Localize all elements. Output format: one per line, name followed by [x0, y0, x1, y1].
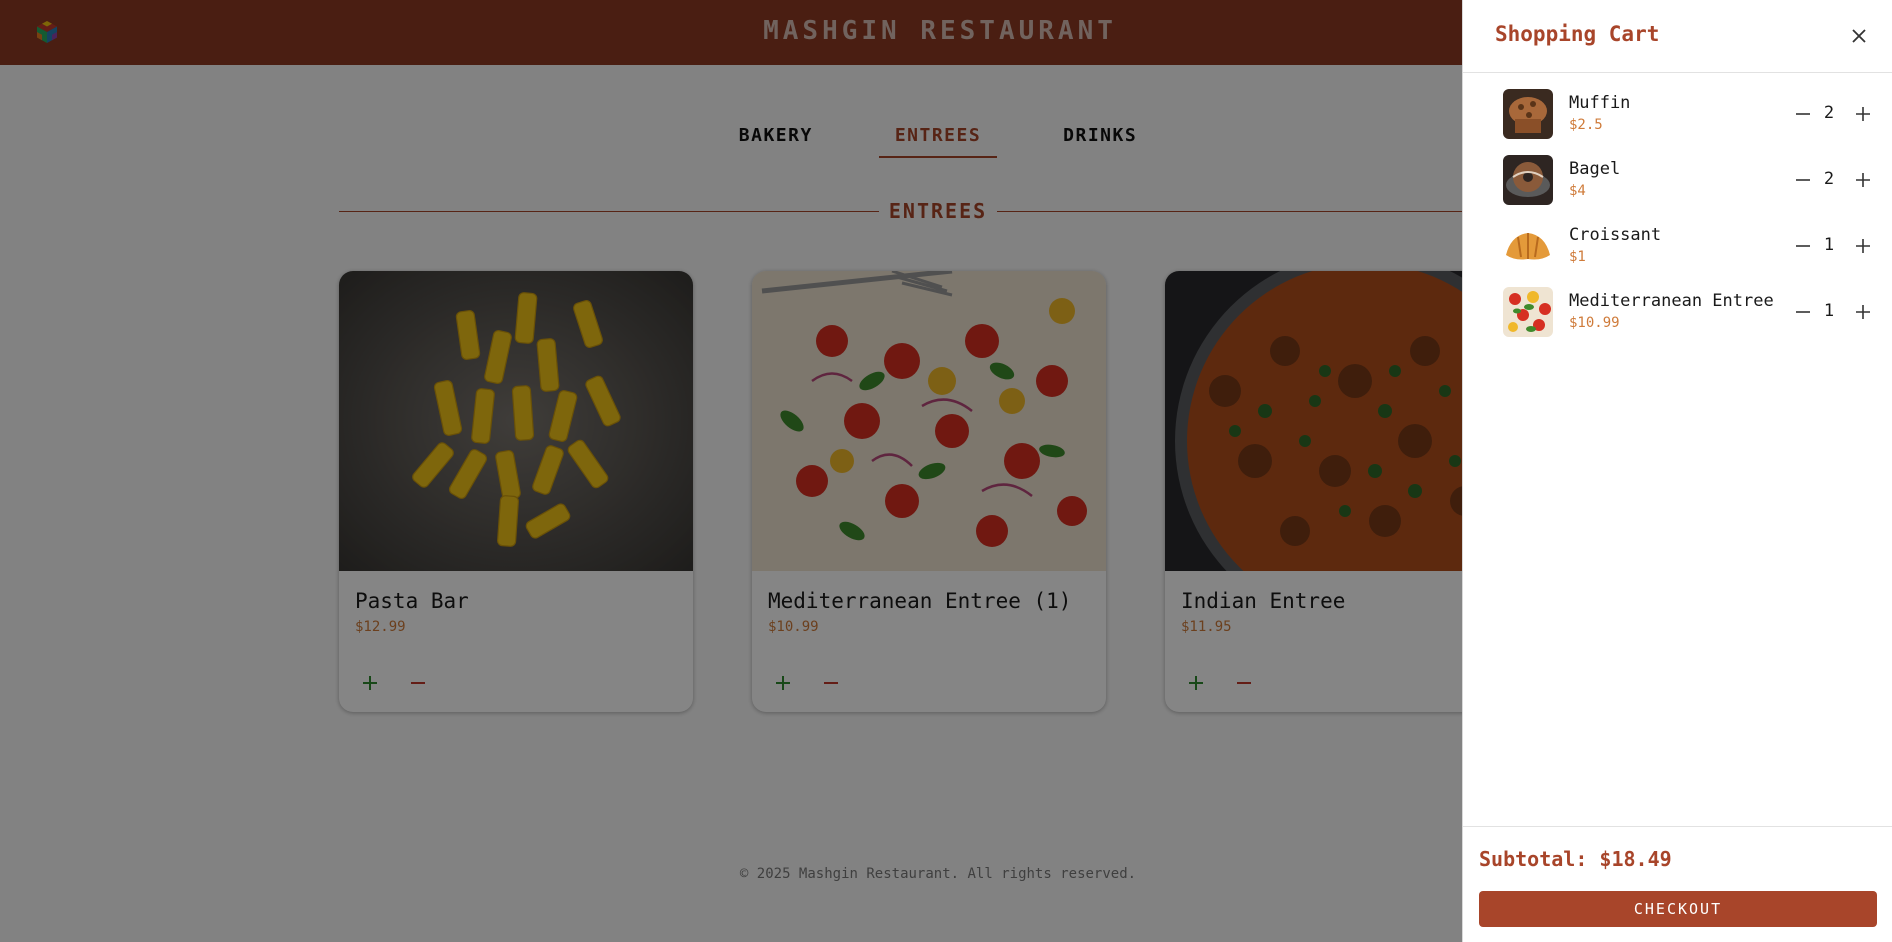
cart-item-quantity: 2 — [1823, 103, 1835, 123]
checkout-button[interactable]: CHECKOUT — [1479, 891, 1877, 927]
close-cart-button[interactable] — [1847, 24, 1871, 48]
minus-icon — [1796, 179, 1810, 181]
cart-item: Mediterranean Entree $10.99 1 — [1503, 287, 1883, 337]
plus-icon — [1856, 239, 1870, 253]
cart-item-name: Croissant — [1569, 225, 1662, 245]
cart-item: Croissant $1 1 — [1503, 221, 1883, 271]
decrease-quantity-button[interactable] — [1791, 102, 1815, 126]
plus-icon — [1856, 305, 1870, 319]
cart-title: Shopping Cart — [1495, 22, 1660, 46]
cart-header: Shopping Cart — [1463, 0, 1892, 73]
cart-item-quantity: 1 — [1823, 235, 1835, 255]
cart-item: Muffin $2.5 2 — [1503, 89, 1883, 139]
cart-item-name: Mediterranean Entree — [1569, 291, 1774, 311]
cart-item-name: Bagel — [1569, 159, 1621, 179]
cart-footer: Subtotal: $18.49 CHECKOUT — [1463, 826, 1892, 942]
cart-backdrop[interactable] — [0, 0, 1462, 942]
increase-quantity-button[interactable] — [1851, 300, 1875, 324]
shopping-cart-drawer: Shopping Cart Muffin $2.5 2 Bagel $4 2 C… — [1462, 0, 1892, 942]
close-icon — [1852, 29, 1866, 43]
cart-item-price: $4 — [1569, 183, 1586, 199]
cart-item-thumbnail — [1503, 287, 1553, 337]
cart-item-price: $10.99 — [1569, 315, 1620, 331]
cart-item-thumbnail — [1503, 221, 1553, 271]
cart-item-quantity: 1 — [1823, 301, 1835, 321]
cart-item-thumbnail — [1503, 89, 1553, 139]
cart-item-price: $2.5 — [1569, 117, 1603, 133]
decrease-quantity-button[interactable] — [1791, 234, 1815, 258]
increase-quantity-button[interactable] — [1851, 234, 1875, 258]
cart-item-name: Muffin — [1569, 93, 1631, 113]
cart-item: Bagel $4 2 — [1503, 155, 1883, 205]
cart-subtotal: Subtotal: $18.49 — [1479, 847, 1672, 871]
decrease-quantity-button[interactable] — [1791, 168, 1815, 192]
cart-item-thumbnail — [1503, 155, 1553, 205]
increase-quantity-button[interactable] — [1851, 168, 1875, 192]
cart-item-quantity: 2 — [1823, 169, 1835, 189]
minus-icon — [1796, 311, 1810, 313]
minus-icon — [1796, 113, 1810, 115]
increase-quantity-button[interactable] — [1851, 102, 1875, 126]
plus-icon — [1856, 173, 1870, 187]
plus-icon — [1856, 107, 1870, 121]
minus-icon — [1796, 245, 1810, 247]
decrease-quantity-button[interactable] — [1791, 300, 1815, 324]
cart-item-price: $1 — [1569, 249, 1586, 265]
